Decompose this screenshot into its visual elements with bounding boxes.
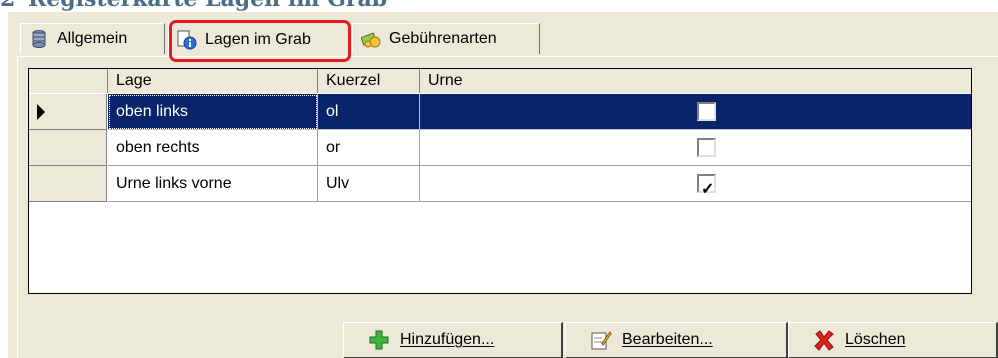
grid-header: Lage Kuerzel Urne bbox=[29, 69, 971, 93]
row-selector[interactable] bbox=[29, 130, 107, 166]
database-icon bbox=[29, 29, 49, 49]
urne-checkbox[interactable]: ✓ bbox=[697, 174, 716, 198]
current-row-arrow-icon bbox=[37, 104, 45, 120]
edit-button[interactable]: Bearbeiten... bbox=[565, 322, 788, 358]
delete-x-icon bbox=[813, 329, 835, 351]
tab-label: Gebührenarten bbox=[389, 30, 497, 47]
column-header-kuerzel[interactable]: Kuerzel bbox=[318, 69, 420, 93]
column-header-lage[interactable]: Lage bbox=[108, 69, 318, 93]
checkmark-icon: ✓ bbox=[701, 181, 715, 198]
cell-kuerzel[interactable]: or bbox=[318, 130, 420, 166]
plus-icon bbox=[368, 329, 390, 351]
edit-button-label: Bearbeiten... bbox=[622, 331, 713, 348]
cell-kuerzel[interactable]: Ulv bbox=[318, 166, 420, 202]
lagen-grid[interactable]: Lage Kuerzel Urne oben links ol oben rec… bbox=[28, 68, 972, 294]
header-corner bbox=[29, 69, 108, 93]
urne-checkbox[interactable] bbox=[697, 138, 716, 157]
table-row[interactable]: oben rechts or bbox=[29, 130, 971, 166]
tab-label: Allgemein bbox=[57, 30, 128, 47]
add-button[interactable]: Hinzufügen... bbox=[343, 322, 563, 358]
add-button-label: Hinzufügen... bbox=[400, 331, 495, 348]
edit-note-icon bbox=[590, 329, 612, 351]
tab-allgemein[interactable]: Allgemein bbox=[20, 23, 165, 54]
cell-lage[interactable]: oben links bbox=[108, 94, 318, 130]
tab-gebuehrenarten[interactable]: Gebührenarten bbox=[352, 23, 540, 54]
section-number: 2 bbox=[0, 0, 28, 12]
table-row[interactable]: Urne links vorne Ulv ✓ bbox=[29, 166, 971, 202]
row-selector[interactable] bbox=[29, 94, 107, 130]
cell-kuerzel[interactable]: ol bbox=[318, 94, 420, 130]
dialog-window: Allgemein Lagen im Grab Gebührenarten La… bbox=[8, 12, 998, 358]
urne-checkbox[interactable] bbox=[697, 102, 716, 121]
tab-highlight-frame bbox=[169, 20, 351, 62]
cell-lage[interactable]: oben rechts bbox=[108, 130, 318, 166]
table-row[interactable]: oben links ol bbox=[29, 94, 971, 130]
delete-button-label: Löschen bbox=[845, 331, 906, 348]
row-selector[interactable] bbox=[29, 166, 107, 202]
section-title: Registerkarte Lagen im Grab bbox=[28, 0, 387, 12]
delete-button[interactable]: Löschen bbox=[788, 322, 998, 358]
cell-lage[interactable]: Urne links vorne bbox=[108, 166, 318, 202]
cell-urne[interactable] bbox=[420, 130, 971, 166]
cell-urne[interactable] bbox=[420, 94, 971, 130]
column-header-urne[interactable]: Urne bbox=[420, 69, 971, 93]
money-icon bbox=[360, 29, 381, 49]
cell-urne[interactable]: ✓ bbox=[420, 166, 971, 202]
